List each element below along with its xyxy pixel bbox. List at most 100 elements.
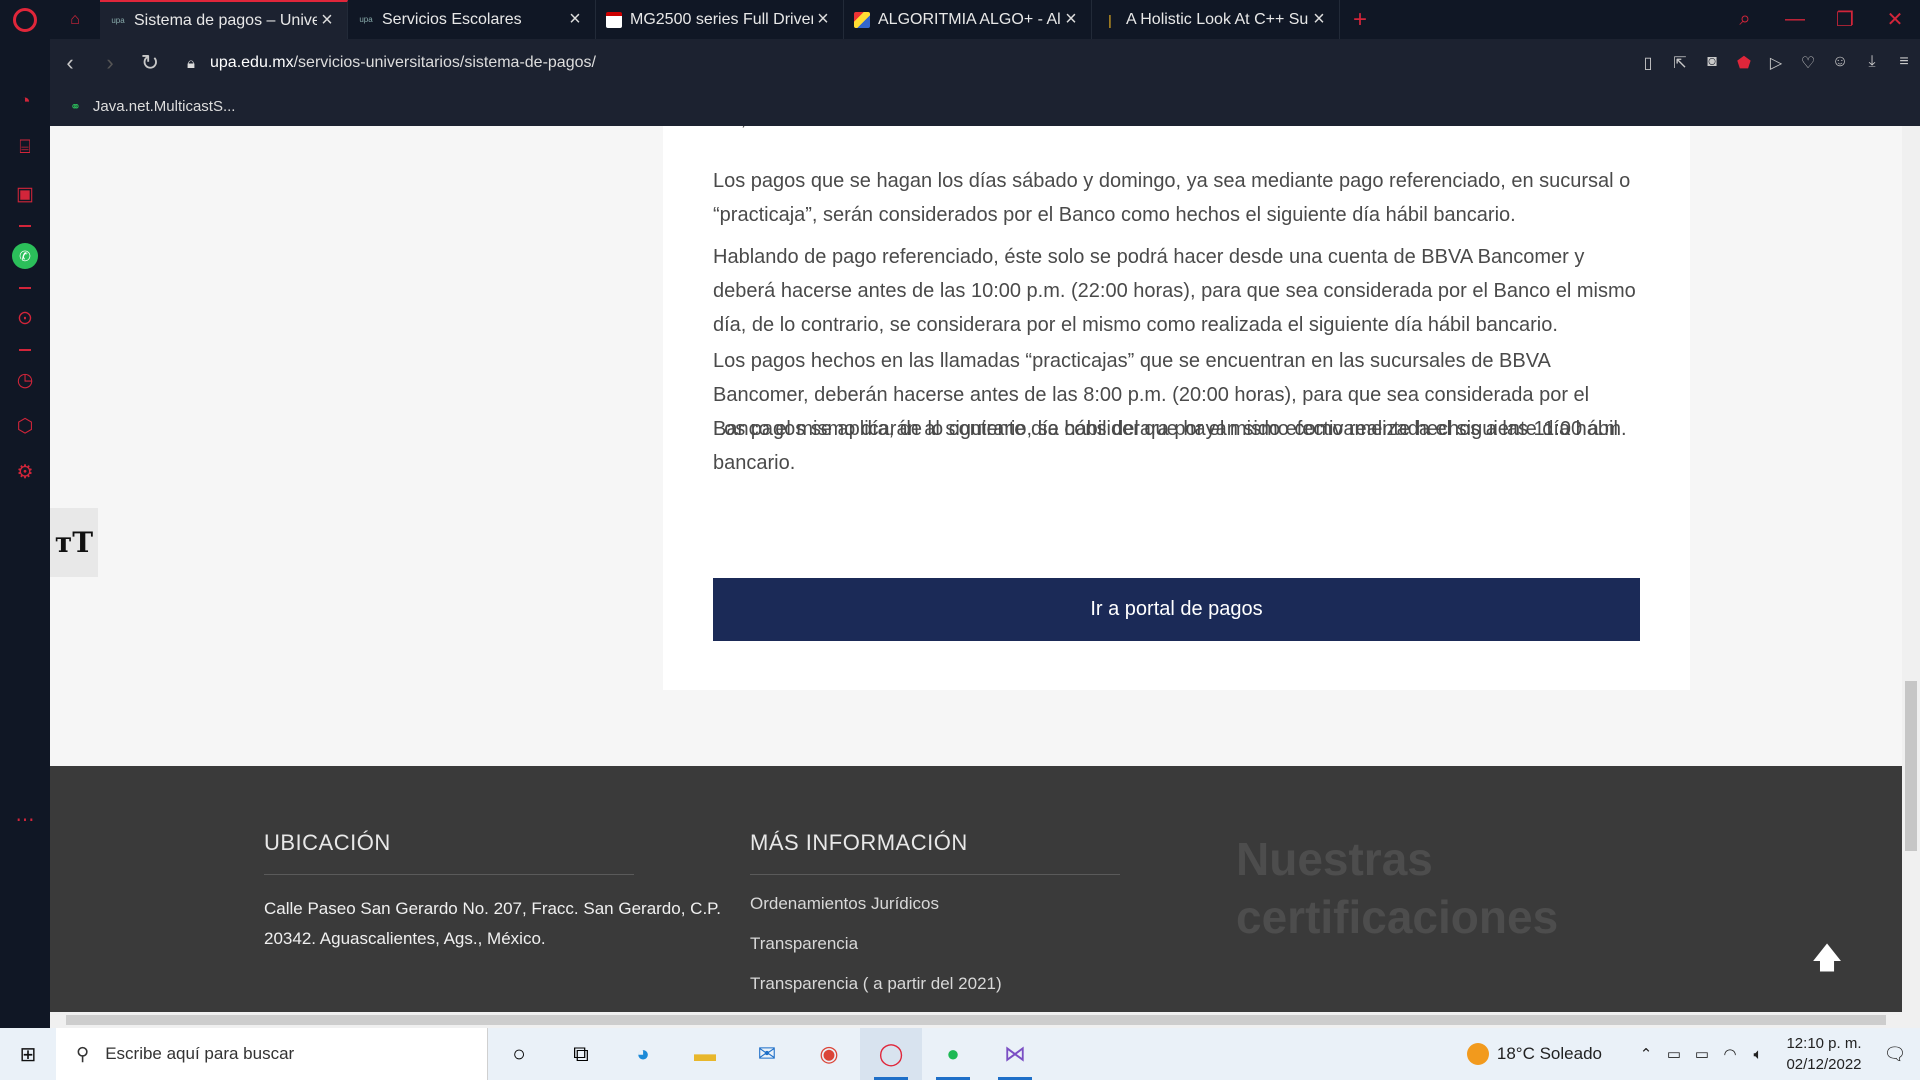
new-tab-icon[interactable]: + (1340, 0, 1380, 39)
battery-icon[interactable]: ▭ (1688, 1045, 1716, 1063)
paragraph-application-time: Los pagos se aplicarán al siguiente día … (713, 418, 1627, 440)
lock-icon[interactable]: 🔒︎ (176, 55, 206, 72)
url-path: /servicios-universitarios/sistema-de-pag… (293, 54, 596, 71)
account-icon[interactable]: ☺ (1824, 53, 1856, 73)
weather-widget[interactable]: 18°C Soleado (1466, 1043, 1602, 1065)
forward-icon[interactable]: › (90, 50, 130, 76)
tab-holistic-cpp[interactable]: | A Holistic Look At C++ Sub × (1092, 0, 1340, 39)
tab-title: Sistema de pagos – Univers (134, 11, 317, 29)
address-toolbar: ▯ ⇱ ◙ ⬟ ▷ ♡ ☺ ⤓ ≡ (1632, 53, 1920, 73)
tab-title: A Holistic Look At C++ Sub (1126, 10, 1309, 28)
volume-icon[interactable]: 🔈︎ (1744, 1046, 1772, 1063)
notifications-icon[interactable]: 🗨︎ (1870, 1044, 1920, 1065)
bookmark-item[interactable]: Java.net.MulticastS... (93, 98, 236, 115)
adblock-icon[interactable]: ⬟ (1728, 53, 1760, 73)
player-icon[interactable]: ⊙ (0, 307, 50, 330)
twitch-icon[interactable]: ▣ (0, 183, 50, 206)
close-icon[interactable]: × (317, 9, 337, 32)
heart-icon[interactable]: ♡ (1792, 53, 1824, 73)
search-tabs-icon[interactable]: ⌕ (1720, 0, 1770, 39)
tab-sistema-de-pagos[interactable]: upa Sistema de pagos – Univers × (100, 0, 348, 39)
camera-icon[interactable]: ◙ (1696, 53, 1728, 73)
taskbar-search-input[interactable]: ⚲ Escribe aquí para buscar (56, 1028, 488, 1080)
link-transparencia-2021[interactable]: Transparencia ( a partir del 2021) (750, 974, 1002, 994)
more-info-heading: MÁS INFORMACIÓN (750, 830, 968, 855)
search-icon: ⚲ (76, 1043, 90, 1064)
settings-gear-icon[interactable]: ⚙ (0, 461, 50, 484)
sidebar-divider (19, 349, 31, 351)
share-icon[interactable]: ⇱ (1664, 53, 1696, 73)
close-icon[interactable]: × (565, 8, 585, 31)
tab-algoritmia[interactable]: ALGORITMIA ALGO+ - Algo × (844, 0, 1092, 39)
tab-menu-icon[interactable]: ⌂ (50, 0, 100, 39)
reader-icon[interactable]: ▯ (1632, 53, 1664, 73)
sidebar-divider (19, 225, 31, 227)
sidebar-divider (19, 287, 31, 289)
back-icon[interactable]: ‹ (50, 50, 90, 76)
visual-studio-icon[interactable]: ⋈ (984, 1028, 1046, 1080)
web-page: día, los 365 días del año. Los pagos que… (50, 126, 1902, 1012)
windows-start-icon[interactable]: ⊞ (0, 1042, 56, 1067)
algo-favicon-icon (854, 11, 870, 28)
tab-bar: ⌂ upa Sistema de pagos – Univers × upa S… (0, 0, 1920, 39)
horizontal-scrollbar[interactable] (50, 1012, 1920, 1028)
scroll-to-top-icon[interactable]: 🡅 (1807, 936, 1847, 976)
speed-dial-icon[interactable]: ◔ (0, 91, 50, 113)
divider (750, 874, 1120, 875)
briefcase-icon[interactable]: ⌸ (0, 137, 50, 159)
chevron-up-icon[interactable]: ⌃ (1632, 1045, 1660, 1063)
file-explorer-icon[interactable]: ▬ (674, 1028, 736, 1080)
system-tray: 18°C Soleado ⌃ ▭ ▭ ◠ 🔈︎ 12:10 p. m. 02/1… (1466, 1028, 1920, 1080)
close-icon[interactable]: × (1309, 8, 1329, 31)
paragraph-top-fragment: día, los 365 días del año. (713, 126, 1643, 136)
paragraph-weekend-payments: Los pagos que se hagan los días sábado y… (713, 170, 1631, 226)
close-icon[interactable]: × (813, 8, 833, 31)
close-window-icon[interactable]: ✕ (1870, 0, 1920, 39)
wifi-icon[interactable]: ◠ (1716, 1045, 1744, 1063)
history-icon[interactable]: ◷ (0, 369, 50, 392)
tab-servicios-escolares[interactable]: upa Servicios Escolares × (348, 0, 596, 39)
link-ordenamientos[interactable]: Ordenamientos Jurídicos (750, 894, 939, 914)
cortana-icon[interactable]: ○ (488, 1028, 550, 1080)
address-text: Calle Paseo San Gerardo No. 207, Fracc. … (264, 899, 722, 948)
easy-setup-icon[interactable]: ≡ (1888, 53, 1920, 73)
mail-icon[interactable]: ✉ (736, 1028, 798, 1080)
browser-sidebar: ◔ ⌸ ▣ ✆ ⊙ ◷ ⬡ ⚙ ⋯ (0, 39, 50, 1028)
scrollbar-thumb[interactable] (1905, 681, 1917, 851)
task-view-icon[interactable]: ⧉ (550, 1028, 612, 1080)
more-options-icon[interactable]: ⋯ (0, 809, 50, 832)
restore-icon[interactable]: ❐ (1820, 0, 1870, 39)
meet-now-icon[interactable]: ▭ (1660, 1045, 1688, 1063)
minimize-icon[interactable]: — (1770, 0, 1820, 39)
opera-logo-icon[interactable] (0, 0, 50, 39)
send-icon[interactable]: ▷ (1760, 53, 1792, 73)
whatsapp-icon[interactable]: ✆ (12, 243, 38, 269)
reload-icon[interactable]: ↻ (130, 50, 170, 76)
canon-favicon-icon (606, 11, 622, 28)
search-placeholder: Escribe aquí para buscar (105, 1044, 295, 1063)
windows-taskbar: ⊞ ⚲ Escribe aquí para buscar ○ ⧉ ◕ ▬ ✉ ◉… (0, 1028, 1920, 1080)
edge-icon[interactable]: ◕ (612, 1028, 674, 1080)
vertical-scrollbar[interactable] (1902, 126, 1920, 1012)
sun-icon (1466, 1043, 1489, 1065)
link-transparencia[interactable]: Transparencia (750, 934, 858, 954)
opera-taskbar-icon[interactable]: ◯ (860, 1028, 922, 1080)
certifications-heading: Nuestras certificaciones (1236, 833, 1559, 943)
tab-title: MG2500 series Full Driver & (630, 10, 813, 28)
upa-favicon-icon: upa (359, 15, 373, 24)
location-heading: UBICACIÓN (264, 830, 391, 855)
extensions-icon[interactable]: ⬡ (0, 415, 50, 438)
url-field[interactable]: upa.edu.mx/servicios-universitarios/sist… (210, 54, 596, 72)
close-icon[interactable]: × (1061, 8, 1081, 31)
spotify-icon[interactable]: ● (922, 1028, 984, 1080)
scrollbar-thumb[interactable] (66, 1015, 1886, 1025)
payment-portal-button[interactable]: Ir a portal de pagos (713, 578, 1640, 641)
download-icon[interactable]: ⤓ (1856, 53, 1888, 73)
tab-mg2500-driver[interactable]: MG2500 series Full Driver & × (596, 0, 844, 39)
font-size-tool-icon[interactable]: ᴛT (50, 508, 98, 577)
url-domain: upa.edu.mx (210, 54, 294, 71)
chrome-icon[interactable]: ◉ (798, 1028, 860, 1080)
upa-favicon-icon: upa (111, 16, 125, 25)
window-controls: ⌕ — ❐ ✕ (1720, 0, 1920, 39)
clock[interactable]: 12:10 p. m. 02/12/2022 (1778, 1033, 1870, 1075)
